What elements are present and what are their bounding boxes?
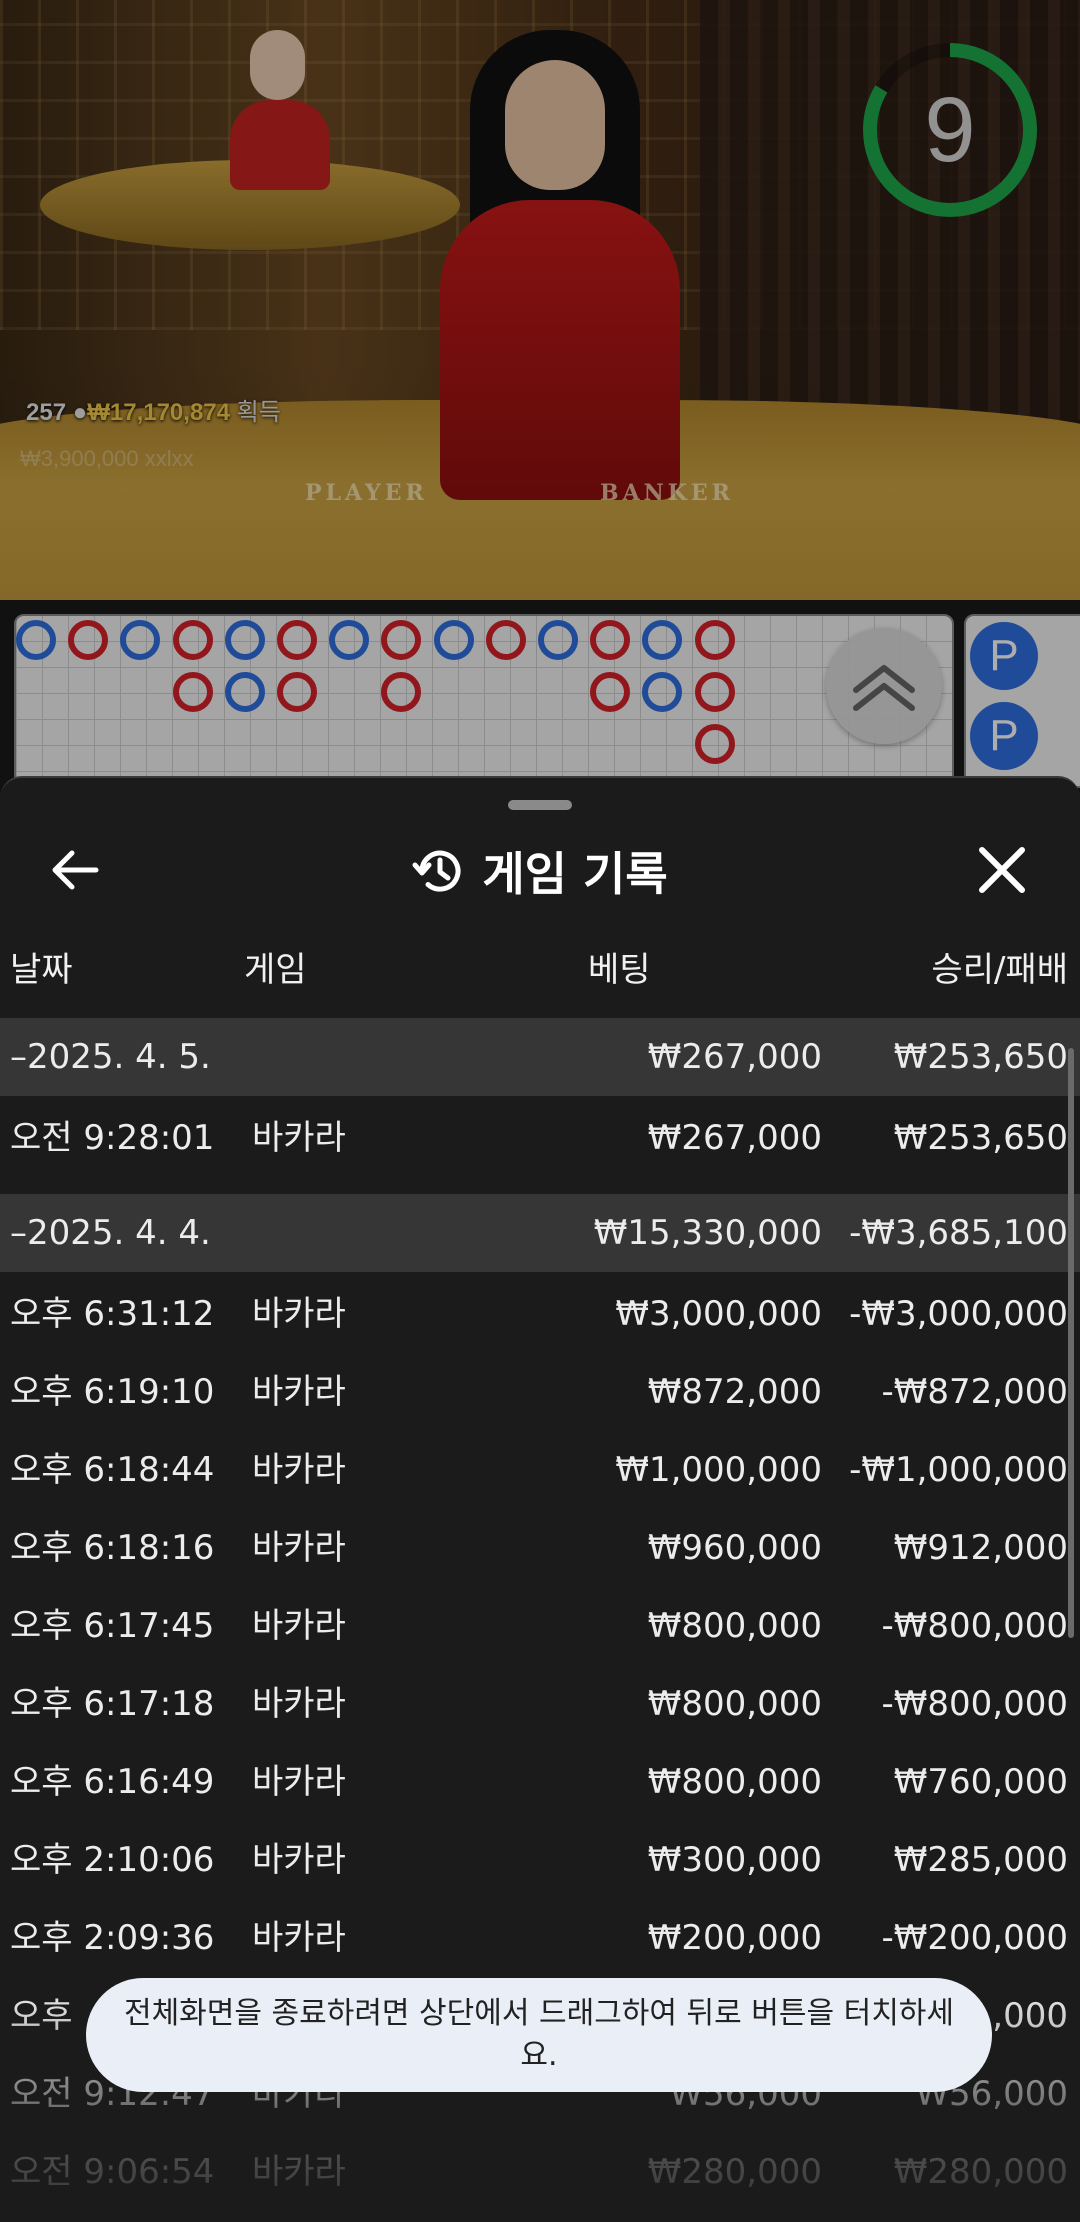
row-result: ₩285,000 xyxy=(893,1840,1068,1880)
row-bet: ₩280,000 xyxy=(647,2152,822,2192)
row-bet: ₩300,000 xyxy=(647,1840,822,1880)
row-time: 오후 2:09:36 xyxy=(10,1918,215,1958)
date-group-row[interactable]: –2025. 4. 4. ₩15,330,000 -₩3,685,100 xyxy=(0,1194,1080,1272)
row-bet: ₩1,000,000 xyxy=(615,1450,822,1490)
group-date: –2025. 4. 5. xyxy=(10,1037,211,1077)
row-result: -₩200,000 xyxy=(881,1918,1069,1958)
row-bet: ₩960,000 xyxy=(647,1528,822,1568)
history-row[interactable]: 오후 2:10:06 바카라 ₩300,000 ₩285,000 xyxy=(0,1830,1080,1896)
history-row[interactable]: 오후 6:16:49 바카라 ₩800,000 ₩760,000 xyxy=(0,1752,1080,1818)
history-row[interactable]: 오후 6:17:18 바카라 ₩800,000 -₩800,000 xyxy=(0,1674,1080,1740)
history-row[interactable]: 오전 9:06:54 바카라 ₩280,000 ₩280,000 xyxy=(0,2142,1080,2208)
row-result: -₩800,000 xyxy=(881,1684,1069,1724)
row-time: 오전 9:28:01 xyxy=(10,1118,215,1158)
row-result: ₩253,650 xyxy=(893,1118,1068,1158)
column-game: 게임 xyxy=(244,950,307,990)
group-bet-total: ₩15,330,000 xyxy=(593,1213,822,1253)
row-game: 바카라 xyxy=(252,1372,346,1412)
row-game: 바카라 xyxy=(252,1294,346,1334)
row-game: 바카라 xyxy=(252,1606,346,1646)
column-result: 승리/패배 xyxy=(931,950,1068,990)
toast-message: 전체화면을 종료하려면 상단에서 드래그하여 뒤로 버튼을 터치하세요. xyxy=(123,1996,955,2073)
row-game: 바카라 xyxy=(252,1684,346,1724)
row-bet: ₩872,000 xyxy=(647,1372,822,1412)
row-time: 오후 xyxy=(10,1996,73,2036)
drag-handle[interactable] xyxy=(508,800,572,810)
group-date: –2025. 4. 4. xyxy=(10,1213,211,1253)
row-time: 오후 6:19:10 xyxy=(10,1372,215,1412)
column-date: 날짜 xyxy=(10,950,73,990)
row-game: 바카라 xyxy=(252,1840,346,1880)
row-time: 오후 6:17:18 xyxy=(10,1684,215,1724)
sheet-title: 게임 기록 xyxy=(482,847,668,901)
row-result: ₩912,000 xyxy=(893,1528,1068,1568)
history-row[interactable]: 오후 6:31:12 바카라 ₩3,000,000 -₩3,000,000 xyxy=(0,1284,1080,1350)
close-icon xyxy=(979,847,1025,893)
row-time: 오후 2:10:06 xyxy=(10,1840,215,1880)
history-icon xyxy=(412,850,461,892)
row-time: 오후 6:18:16 xyxy=(10,1528,215,1568)
row-time: 오후 6:17:45 xyxy=(10,1606,215,1646)
row-bet: ₩200,000 xyxy=(647,1918,822,1958)
row-game: 바카라 xyxy=(252,1918,346,1958)
history-row[interactable]: 오후 2:09:36 바카라 ₩200,000 -₩200,000 xyxy=(0,1908,1080,1974)
group-result-total: -₩3,685,100 xyxy=(849,1213,1068,1253)
row-game: 바카라 xyxy=(252,1450,346,1490)
row-bet: ₩3,000,000 xyxy=(615,1294,822,1334)
fullscreen-toast: 전체화면을 종료하려면 상단에서 드래그하여 뒤로 버튼을 터치하세요. xyxy=(86,1978,992,2092)
row-result: ₩760,000 xyxy=(893,1762,1068,1802)
close-button[interactable] xyxy=(972,840,1032,900)
row-time: 오후 6:18:44 xyxy=(10,1450,215,1490)
row-bet: ₩800,000 xyxy=(647,1762,822,1802)
row-time: 오전 9:06:54 xyxy=(10,2152,215,2192)
row-result: -₩1,000,000 xyxy=(849,1450,1068,1490)
sheet-header: 게임 기록 xyxy=(0,838,1080,904)
table-header: 날짜 게임 베팅 승리/패배 xyxy=(0,912,1080,1018)
row-bet: ₩800,000 xyxy=(647,1606,822,1646)
row-result: ,000 xyxy=(992,1996,1068,2036)
row-game: 바카라 xyxy=(252,1528,346,1568)
history-row[interactable]: 오후 6:18:16 바카라 ₩960,000 ₩912,000 xyxy=(0,1518,1080,1584)
history-row[interactable]: 오후 6:17:45 바카라 ₩800,000 -₩800,000 xyxy=(0,1596,1080,1662)
row-bet: ₩267,000 xyxy=(647,1118,822,1158)
row-game: 바카라 xyxy=(252,2152,346,2192)
row-result: ₩280,000 xyxy=(893,2152,1068,2192)
row-game: 바카라 xyxy=(252,1762,346,1802)
row-result: -₩872,000 xyxy=(881,1372,1069,1412)
column-bet: 베팅 xyxy=(588,950,651,990)
row-result: -₩3,000,000 xyxy=(849,1294,1068,1334)
history-row[interactable]: 오전 9:28:01 바카라 ₩267,000 ₩253,650 xyxy=(0,1108,1080,1174)
row-bet: ₩800,000 xyxy=(647,1684,822,1724)
history-row[interactable]: 오후 6:19:10 바카라 ₩872,000 -₩872,000 xyxy=(0,1362,1080,1428)
group-result-total: ₩253,650 xyxy=(893,1037,1068,1077)
row-game: 바카라 xyxy=(252,1118,346,1158)
dim-overlay xyxy=(0,0,1080,800)
date-group-row[interactable]: –2025. 4. 5. ₩267,000 ₩253,650 xyxy=(0,1018,1080,1096)
row-time: 오후 6:16:49 xyxy=(10,1762,215,1802)
scrollbar[interactable] xyxy=(1068,1048,1074,1638)
group-bet-total: ₩267,000 xyxy=(647,1037,822,1077)
history-row[interactable]: 오후 6:18:44 바카라 ₩1,000,000 -₩1,000,000 xyxy=(0,1440,1080,1506)
row-result: -₩800,000 xyxy=(881,1606,1069,1646)
row-time: 오후 6:31:12 xyxy=(10,1294,215,1334)
